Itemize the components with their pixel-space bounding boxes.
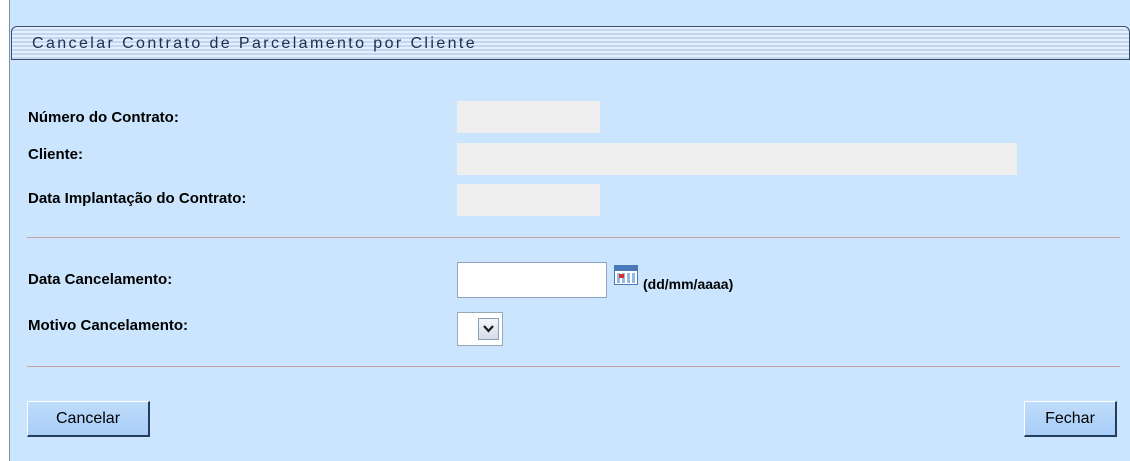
page-title: Cancelar Contrato de Parcelamento por Cl… xyxy=(32,35,478,52)
data-cancelamento-input[interactable] xyxy=(457,262,607,298)
numero-contrato-field xyxy=(457,101,600,133)
title-bar: Cancelar Contrato de Parcelamento por Cl… xyxy=(11,26,1130,60)
date-format-hint: (dd/mm/aaaa) xyxy=(643,276,734,292)
motivo-cancelamento-label: Motivo Cancelamento: xyxy=(28,317,189,334)
fechar-button[interactable]: Fechar xyxy=(1024,401,1117,437)
form-panel xyxy=(9,0,1130,461)
divider xyxy=(27,237,1120,238)
data-cancelamento-label: Data Cancelamento: xyxy=(28,271,173,288)
divider xyxy=(27,366,1120,367)
calendar-icon[interactable] xyxy=(614,265,638,285)
data-implantacao-label: Data Implantação do Contrato: xyxy=(28,190,247,207)
cancelar-button[interactable]: Cancelar xyxy=(27,401,150,437)
chevron-down-icon[interactable] xyxy=(478,318,499,340)
cliente-label: Cliente: xyxy=(28,146,84,163)
data-implantacao-field xyxy=(457,184,600,216)
motivo-cancelamento-select[interactable] xyxy=(457,312,503,346)
cliente-field xyxy=(457,143,1017,175)
numero-contrato-label: Número do Contrato: xyxy=(28,109,179,126)
